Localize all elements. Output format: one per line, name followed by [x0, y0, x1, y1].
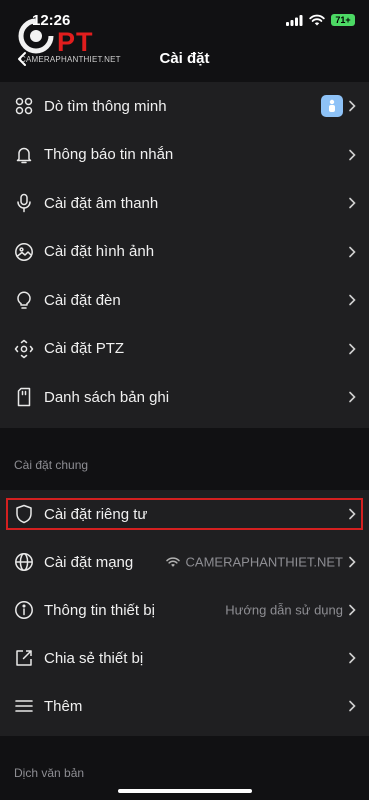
group-header-general: Cài đặt chung: [0, 430, 369, 490]
row-label: Cài đặt âm thanh: [44, 194, 159, 212]
chevron-right-icon: [349, 508, 356, 520]
general-settings-section: Cài đặt riêng tư Cài đặt mạng CAMERAPHAN…: [0, 490, 369, 736]
row-network-settings[interactable]: Cài đặt mạng CAMERAPHANTHIET.NET: [0, 538, 369, 586]
status-icons: 71+: [286, 14, 355, 26]
network-name: CAMERAPHANTHIET.NET: [185, 554, 343, 570]
row-label: Thêm: [44, 697, 83, 715]
section-title: Cài đặt chung: [14, 458, 89, 472]
row-label: Cài đặt PTZ: [44, 340, 125, 358]
person-badge-icon: [321, 95, 343, 118]
battery-icon: 71+: [331, 14, 355, 26]
row-label: Thông tin thiết bị: [44, 601, 155, 619]
row-more[interactable]: Thêm: [0, 682, 369, 730]
row-recording-list[interactable]: Danh sách bản ghi: [0, 373, 369, 422]
wifi-icon: [165, 557, 180, 567]
section-title: Dịch văn bản: [14, 766, 85, 780]
chevron-right-icon: [349, 294, 356, 306]
highlight-box: [6, 498, 363, 530]
chevron-right-icon: [349, 100, 356, 112]
row-ptz-settings[interactable]: Cài đặt PTZ: [0, 325, 369, 374]
chevron-right-icon: [349, 197, 356, 209]
row-message-notification[interactable]: Thông báo tin nhắn: [0, 131, 369, 180]
row-image-settings[interactable]: Cài đặt hình ảnh: [0, 228, 369, 277]
row-label: Cài đặt hình ảnh: [44, 243, 155, 261]
bell-icon: [14, 145, 34, 165]
chevron-right-icon: [349, 391, 356, 403]
chevron-right-icon: [349, 700, 356, 712]
image-icon: [14, 242, 34, 262]
network-value: CAMERAPHANTHIET.NET: [165, 554, 343, 570]
chevron-right-icon: [349, 652, 356, 664]
signal-icon: [286, 14, 303, 26]
row-label: Cài đặt mạng: [44, 553, 134, 571]
row-label: Danh sách bản ghi: [44, 388, 170, 406]
row-label: Dò tìm thông minh: [44, 97, 167, 115]
wifi-icon: [309, 14, 325, 26]
ptz-icon: [14, 339, 34, 359]
row-light-settings[interactable]: Cài đặt đèn: [0, 276, 369, 325]
row-label: Chia sẻ thiết bị: [44, 649, 144, 667]
lightbulb-icon: [14, 290, 34, 310]
home-indicator[interactable]: [118, 789, 252, 793]
globe-icon: [14, 552, 34, 572]
microphone-icon: [14, 193, 34, 213]
page-title: Cài đặt: [159, 50, 210, 67]
main-settings-section: Dò tìm thông minh Thông báo tin nhắn Cài…: [0, 82, 369, 428]
chevron-right-icon: [349, 604, 356, 616]
share-icon: [14, 648, 34, 668]
chevron-right-icon: [349, 556, 356, 568]
row-share-device[interactable]: Chia sẻ thiết bị: [0, 634, 369, 682]
user-guide-link[interactable]: Hướng dẫn sử dụng: [225, 603, 343, 618]
chevron-right-icon: [349, 246, 356, 258]
nav-bar: Cài đặt: [0, 44, 369, 74]
chevron-right-icon: [349, 149, 356, 161]
row-privacy-settings[interactable]: Cài đặt riêng tư: [0, 490, 369, 538]
row-label: Thông báo tin nhắn: [44, 146, 174, 164]
row-smart-detection[interactable]: Dò tìm thông minh: [0, 82, 369, 131]
row-device-info[interactable]: Thông tin thiết bị Hướng dẫn sử dụng: [0, 586, 369, 634]
info-icon: [14, 600, 34, 620]
chevron-right-icon: [349, 343, 356, 355]
sd-card-icon: [14, 387, 34, 407]
menu-icon: [14, 696, 34, 716]
row-audio-settings[interactable]: Cài đặt âm thanh: [0, 179, 369, 228]
smart-grid-icon: [14, 96, 34, 116]
row-label: Cài đặt đèn: [44, 291, 121, 309]
